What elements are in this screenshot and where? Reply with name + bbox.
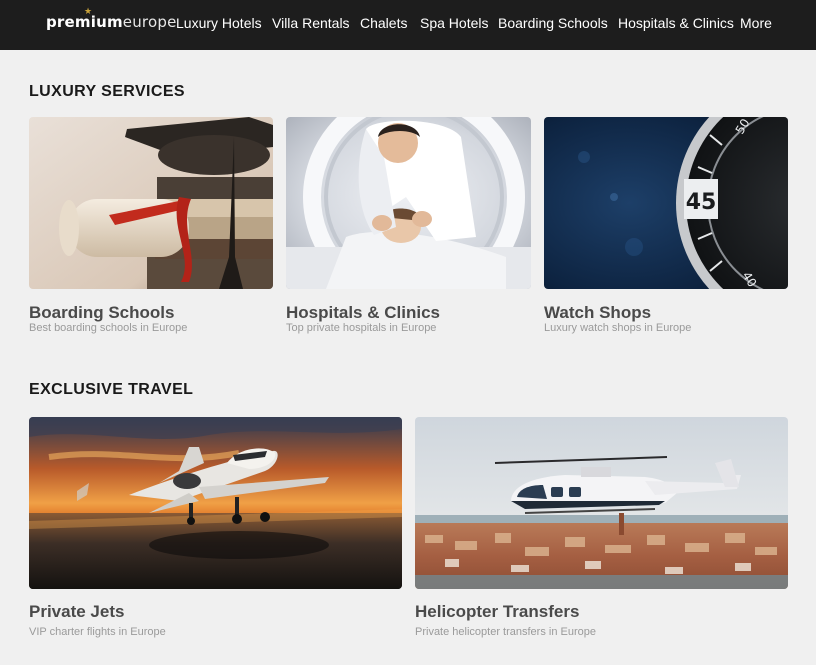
card-hospitals-clinics[interactable]: Hospitals & Clinics Top private hospital… — [286, 117, 531, 337]
nav-item-more[interactable]: More — [740, 15, 772, 31]
nav-item-spa-hotels[interactable]: Spa Hotels — [420, 15, 488, 31]
nav-item-villa-rentals[interactable]: Villa Rentals — [272, 15, 350, 31]
card-private-jets[interactable]: Private Jets VIP charter flights in Euro… — [29, 417, 402, 642]
logo-text-light: europe — [122, 13, 177, 31]
top-navigation-bar: premiumeurope ★ Luxury Hotels Villa Rent… — [0, 0, 816, 50]
logo-star-icon: ★ — [84, 7, 93, 17]
card-subtitle: Top private hospitals in Europe — [286, 322, 437, 334]
watch-number-45: 45 — [686, 190, 717, 215]
nav-item-boarding-schools[interactable]: Boarding Schools — [498, 15, 608, 31]
boarding-schools-image — [29, 117, 273, 289]
card-title: Boarding Schools — [29, 303, 175, 322]
watch-shops-image: 45 50 40 — [544, 117, 788, 289]
section-title-luxury-services: LUXURY SERVICES — [29, 83, 185, 100]
helicopter-transfers-image — [415, 417, 788, 589]
card-title: Watch Shops — [544, 303, 652, 322]
card-helicopter-transfers[interactable]: Helicopter Transfers Private helicopter … — [415, 417, 788, 642]
card-title: Hospitals & Clinics — [286, 303, 440, 322]
card-subtitle: Private helicopter transfers in Europe — [415, 626, 596, 638]
card-title: Private Jets — [29, 602, 125, 621]
card-subtitle: VIP charter flights in Europe — [29, 626, 166, 638]
private-jets-image — [29, 417, 402, 589]
section-title-exclusive-travel: EXCLUSIVE TRAVEL — [29, 381, 194, 398]
card-boarding-schools[interactable]: Boarding Schools Best boarding schools i… — [29, 117, 273, 337]
card-subtitle: Best boarding schools in Europe — [29, 322, 188, 334]
hospitals-clinics-image — [286, 117, 531, 289]
nav-item-hospitals-clinics[interactable]: Hospitals & Clinics — [618, 15, 734, 31]
card-watch-shops[interactable]: 45 50 40 Watch Shops Luxury watch shops … — [544, 117, 788, 337]
nav-item-luxury-hotels[interactable]: Luxury Hotels — [176, 15, 262, 31]
premiumeurope-logo[interactable]: premiumeurope ★ — [46, 7, 177, 35]
nav-item-chalets[interactable]: Chalets — [360, 15, 407, 31]
card-title: Helicopter Transfers — [415, 602, 580, 621]
card-subtitle: Luxury watch shops in Europe — [544, 322, 692, 334]
